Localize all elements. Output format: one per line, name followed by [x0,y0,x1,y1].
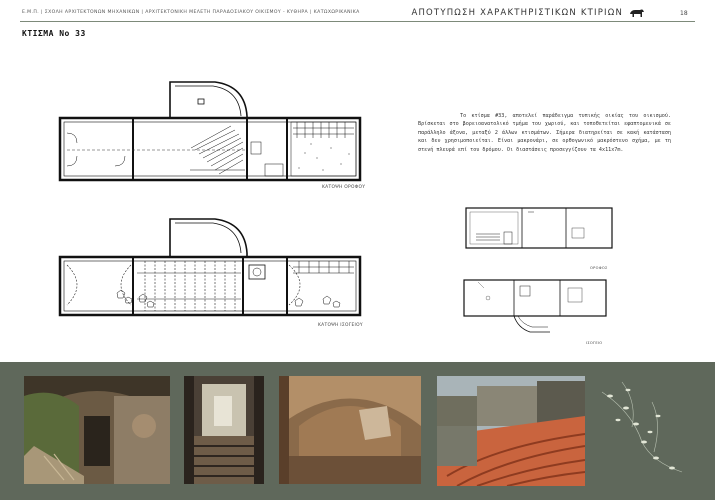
photo-interior-stairs [184,376,264,484]
page-title: ΚΤΙΣΜΑ Νο 33 [22,29,86,38]
sketch-upper-caption: ΟΡΟΦΟΣ [590,266,608,270]
sketch-upper-plan [465,207,613,249]
ground-plan-caption: ΚΑΤΟΨΗ ΙΣΟΓΕΙΟΥ [318,323,363,328]
upper-plan-caption: ΚΑΤΟΨΗ ΟΡΟΦΟΥ [322,185,366,190]
photo-tiled-roof [437,376,585,486]
upper-floor-plan [58,81,362,182]
photo-vaulted-interior [24,376,170,484]
ground-floor-plan [58,218,362,317]
page-number: 18 [680,10,688,17]
header-section-title: ΑΠΟΤΥΠΩΣΗ ΧΑΡΑΚΤΗΡΙΣΤΙΚΩΝ ΚΤΙΡΙΩΝ [411,8,623,18]
building-description: Το κτίσμα #33, αποτελεί παράδειγμα τυπικ… [418,113,671,153]
photo-stone-vault [279,376,421,484]
sketch-ground-plan [463,279,607,333]
header-rule [20,21,695,22]
header-project-text: Ε.Μ.Π. | ΣΧΟΛΗ ΑΡΧΙΤΕΚΤΟΝΩΝ ΜΗΧΑΝΙΚΩΝ | … [22,10,360,15]
sketch-ground-caption: ΙΣΟΓΕΙΟ [586,341,603,345]
animal-logo-icon [630,9,644,17]
decorative-vine-icon [601,381,683,473]
